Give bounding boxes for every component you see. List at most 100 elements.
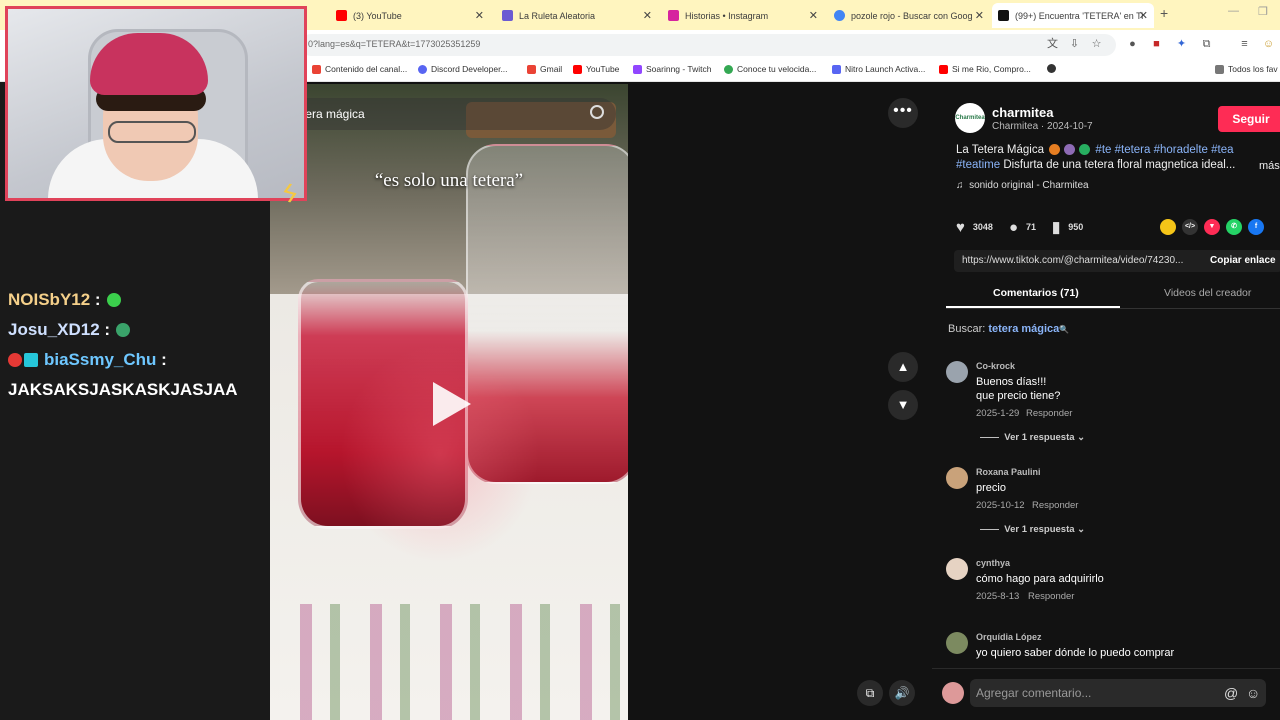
copy-link-button[interactable]: Copiar enlace <box>1210 255 1276 266</box>
view-replies-button[interactable]: —— Ver 1 respuesta ⌄ <box>980 432 1085 443</box>
comment-button[interactable]: ● 71 <box>1009 219 1036 236</box>
comment-text: cómo hago para adquirirlo <box>976 573 1104 585</box>
install-icon[interactable]: ⇩ <box>1068 38 1081 51</box>
reply-button[interactable]: Responder <box>1032 500 1078 511</box>
youtube-icon <box>939 64 948 74</box>
tab-title: La Ruleta Aleatoria <box>519 10 596 21</box>
search-icon[interactable] <box>590 105 604 119</box>
comment-input[interactable]: Agregar comentario... <box>970 679 1266 707</box>
translate-icon[interactable]: 文 <box>1046 38 1059 51</box>
chat-text: JAKSAKSJASKASKJASJAA <box>8 380 238 399</box>
sub-badge-icon <box>24 353 38 367</box>
search-label: Buscar: <box>948 323 986 335</box>
repost-icon[interactable] <box>1160 219 1176 235</box>
previous-video-button[interactable]: ▲ <box>888 352 918 382</box>
video-caption: “es solo una tetera” <box>374 170 524 191</box>
bookmark-star-icon[interactable]: ☆ <box>1090 38 1103 51</box>
comment-line: que precio tiene? <box>976 390 1061 402</box>
close-icon[interactable]: ✕ <box>809 9 818 22</box>
bookmark-label: Contenido del canal... <box>325 64 408 74</box>
commenter-name[interactable]: Co-krock <box>976 361 1015 371</box>
bookmark-item[interactable] <box>1047 64 1060 73</box>
extension-icon[interactable]: ✦ <box>1175 38 1188 51</box>
tab-youtube[interactable]: (3) YouTube ✕ <box>330 3 490 28</box>
video-player[interactable]: “es solo una tetera” <box>270 84 628 720</box>
tab-tiktok[interactable]: (99+) Encuentra 'TETERA' en Ti ✕ <box>992 3 1154 28</box>
bookmark-item[interactable]: Contenido del canal... <box>312 64 407 74</box>
comment-text: precio <box>976 482 1006 494</box>
bookmark-item[interactable]: Soarinng - Twitch <box>633 64 712 74</box>
commenter-name[interactable]: Roxana Paulini <box>976 467 1041 477</box>
close-icon[interactable]: ✕ <box>643 9 652 22</box>
url-input[interactable]: 0?lang=es&q=TETERA&t=1773025351259 <box>300 34 1116 56</box>
creator-username[interactable]: charmitea <box>992 105 1053 120</box>
panel-tabs: Comentarios (71) Videos del creador <box>946 279 1280 309</box>
bookmark-item[interactable]: Si me Rio, Compro... <box>939 64 1031 74</box>
commenter-name[interactable]: cynthya <box>976 558 1010 568</box>
tab-google[interactable]: pozole rojo - Buscar con Goog ✕ <box>828 3 990 28</box>
close-icon[interactable]: ✕ <box>975 9 984 22</box>
bookmark-item[interactable]: Gmail <box>527 64 562 74</box>
commenter-avatar[interactable] <box>946 467 968 489</box>
tab-creator-videos[interactable]: Videos del creador <box>1164 287 1251 299</box>
volume-icon[interactable]: 🔊 <box>889 680 915 706</box>
tab-comments[interactable]: Comentarios (71) <box>993 287 1079 299</box>
mention-icon[interactable]: @ <box>1224 685 1238 701</box>
commenter-name[interactable]: Orquídia López <box>976 632 1042 642</box>
follow-button[interactable]: Seguir <box>1218 106 1280 132</box>
commenter-avatar[interactable] <box>946 558 968 580</box>
tab-instagram[interactable]: Historias • Instagram ✕ <box>662 3 824 28</box>
puzzle-icon[interactable]: ⧉ <box>1200 38 1213 51</box>
next-video-button[interactable]: ▼ <box>888 390 918 420</box>
avatar-text: Charmitea <box>955 115 985 121</box>
pip-icon[interactable]: ⧉ <box>857 680 883 706</box>
commenter-avatar[interactable] <box>946 632 968 654</box>
view-replies-button[interactable]: —— Ver 1 respuesta ⌄ <box>980 524 1085 535</box>
share-url[interactable]: https://www.tiktok.com/@charmitea/video/… <box>962 255 1194 266</box>
commenter-avatar[interactable] <box>946 361 968 383</box>
bookmark-item[interactable]: Nitro Launch Activa... <box>832 64 925 74</box>
whatsapp-icon[interactable]: ✆ <box>1226 219 1242 235</box>
more-link[interactable]: más <box>1259 160 1280 172</box>
bookmark-item[interactable]: Discord Developer... <box>418 64 508 74</box>
emote-icon <box>106 293 121 307</box>
reply-button[interactable]: Responder <box>1026 408 1072 419</box>
sound-name: sonido original - Charmitea <box>969 180 1089 191</box>
play-icon[interactable] <box>433 382 471 426</box>
bookmark-label: Todos los fav <box>1228 64 1278 74</box>
bookmark-item[interactable]: YouTube <box>573 64 619 74</box>
emoji-picker-icon[interactable]: ☺ <box>1246 685 1260 701</box>
tab-ruleta[interactable]: La Ruleta Aleatoria ✕ <box>496 3 658 28</box>
bookmark-item[interactable]: Conoce tu velocida... <box>724 64 816 74</box>
maximize-icon[interactable]: ❐ <box>1258 5 1268 18</box>
bookmark-favicon-icon <box>312 64 321 74</box>
embed-icon[interactable]: </> <box>1182 219 1198 235</box>
search-query[interactable]: tetera mágica <box>988 323 1059 335</box>
gmail-icon <box>527 64 536 74</box>
close-icon[interactable]: ✕ <box>475 9 484 22</box>
more-options-button[interactable]: ••• <box>888 98 918 128</box>
creator-avatar[interactable]: Charmitea <box>955 103 985 133</box>
media-icon[interactable]: ≡ <box>1238 38 1251 51</box>
send-icon[interactable]: ▼ <box>1204 219 1220 235</box>
extension-icon[interactable]: ■ <box>1150 38 1163 51</box>
like-button[interactable]: ♥ 3048 <box>956 219 993 236</box>
sound-link[interactable]: ♫ sonido original - Charmitea <box>956 180 1089 191</box>
google-favicon-icon <box>834 10 845 21</box>
comment-search[interactable]: Buscar: tetera mágica🔍 <box>948 323 1069 335</box>
video-search-bar[interactable]: tera mágica <box>288 98 616 130</box>
profile-icon[interactable]: ☺ <box>1262 38 1275 51</box>
nitro-icon <box>832 64 841 74</box>
close-icon[interactable]: ✕ <box>1139 9 1148 22</box>
hashtag[interactable]: #teatime <box>956 159 1000 171</box>
hashtags[interactable]: #te #tetera #horadelte #tea <box>1095 144 1233 156</box>
minimize-icon[interactable]: — <box>1228 5 1239 17</box>
all-bookmarks[interactable]: Todos los fav <box>1215 64 1278 74</box>
reply-button[interactable]: Responder <box>1028 591 1074 602</box>
save-button[interactable]: ▮ 950 <box>1052 218 1083 236</box>
extension-icon[interactable]: ● <box>1126 38 1139 51</box>
facebook-icon[interactable]: f <box>1248 219 1264 235</box>
chat-message: NOISbY12 : <box>8 290 268 310</box>
glasses <box>108 121 196 143</box>
new-tab-button[interactable]: + <box>1160 5 1168 21</box>
